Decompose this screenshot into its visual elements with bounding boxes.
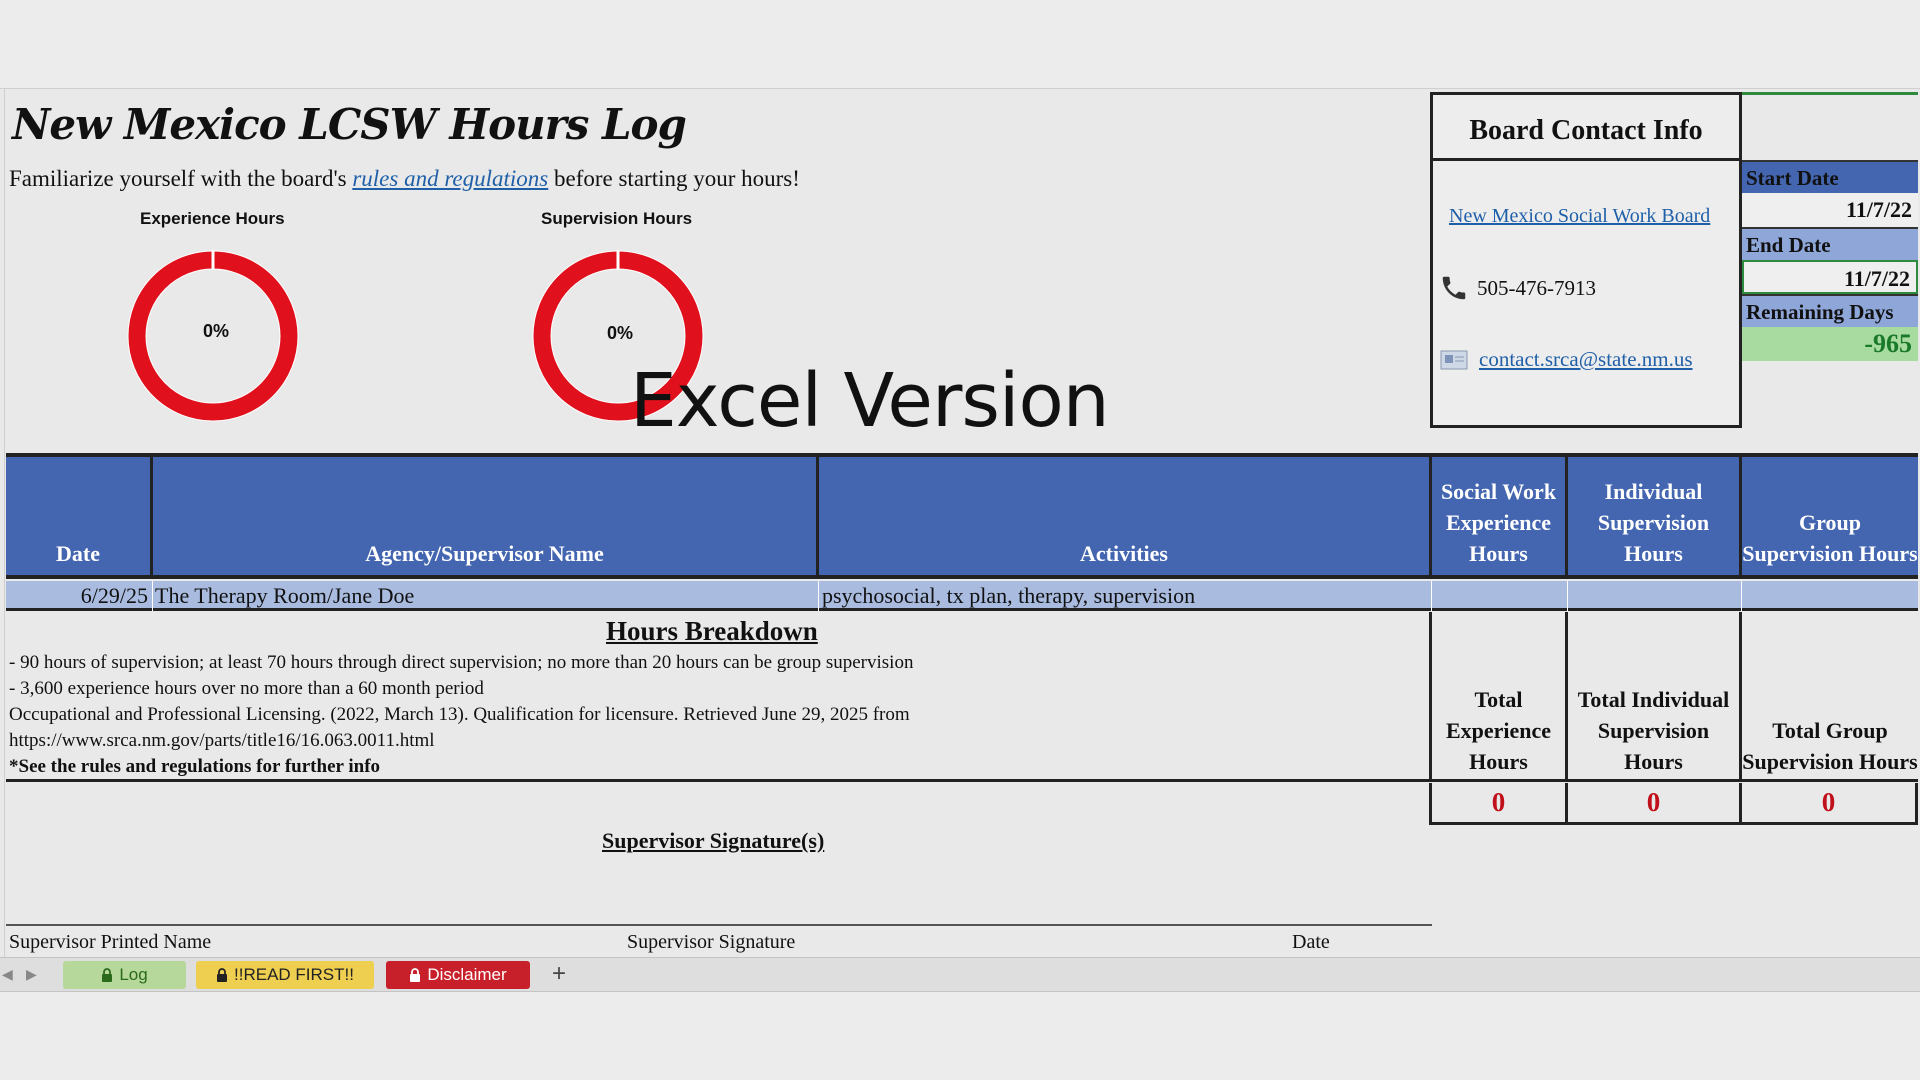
intro-text: Familiarize yourself with the board's ru… (9, 166, 800, 192)
cell-individual-hours[interactable] (1568, 581, 1742, 611)
date-panel: Start Date 11/7/22 End Date 11/7/22 Rema… (1742, 92, 1918, 361)
log-table-header: Date Agency/Supervisor Name Activities S… (6, 453, 1918, 579)
experience-gauge-label: Experience Hours (140, 209, 285, 228)
cell-experience-hours[interactable] (1432, 581, 1568, 611)
scroll-right-icon[interactable]: ▶ (26, 966, 37, 983)
column-header-date[interactable]: Date (6, 457, 153, 575)
breakdown-line: *See the rules and regulations for furth… (9, 756, 381, 777)
signature-label: Supervisor Signature (627, 931, 796, 953)
lock-icon (410, 968, 421, 982)
supervision-percent: 0% (607, 323, 634, 343)
column-header-individual-supervision[interactable]: Individual Supervision Hours (1568, 457, 1742, 575)
end-date-label: End Date (1742, 227, 1918, 260)
rules-link[interactable]: rules and regulations (352, 166, 548, 191)
email-icon (1440, 350, 1468, 369)
remaining-days-label: Remaining Days (1742, 294, 1918, 327)
column-header-group-supervision[interactable]: Group Supervision Hours (1742, 457, 1918, 575)
column-header-activities[interactable]: Activities (819, 457, 1432, 575)
end-date-value[interactable]: 11/7/22 (1742, 260, 1918, 294)
hours-breakdown: Hours Breakdown - 90 hours of supervisio… (6, 612, 1432, 782)
cell-agency[interactable]: The Therapy Room/Jane Doe (153, 581, 819, 611)
breakdown-line: Occupational and Professional Licensing.… (9, 704, 910, 725)
remaining-days-value[interactable]: -965 (1742, 327, 1918, 361)
phone-icon (1442, 276, 1466, 300)
sheet-tab-bar: ◀ ▶ Log !!READ FIRST!! Disclaimer + (0, 957, 1920, 992)
total-experience-value: 0 (1429, 783, 1568, 825)
scroll-left-icon[interactable]: ◀ (2, 966, 13, 983)
excel-version-overlay: Excel Version (630, 358, 1110, 444)
supervisor-signatures-title: Supervisor Signature(s) (602, 828, 825, 853)
date-panel-blank-cell[interactable] (1742, 92, 1918, 160)
breakdown-line: - 90 hours of supervision; at least 70 h… (9, 652, 914, 673)
email-link[interactable]: contact.srca@state.nm.us (1479, 347, 1693, 372)
column-header-experience-hours[interactable]: Social Work Experience Hours (1432, 457, 1568, 575)
lock-icon (102, 968, 113, 982)
intro-after: before starting your hours! (548, 166, 800, 191)
table-row: 6/29/25 The Therapy Room/Jane Doe psycho… (6, 581, 1918, 611)
column-header-agency[interactable]: Agency/Supervisor Name (153, 457, 819, 575)
start-date-label: Start Date (1742, 160, 1918, 193)
tab-disclaimer[interactable]: Disclaimer (386, 961, 530, 989)
total-group-value: 0 (1742, 783, 1918, 825)
intro-before: Familiarize yourself with the board's (9, 166, 353, 191)
tab-log-label: Log (119, 965, 148, 984)
total-experience-label: Total Experience Hours (1432, 612, 1568, 782)
tab-read-first-label: !!READ FIRST!! (234, 965, 354, 984)
tab-read-first[interactable]: !!READ FIRST!! (196, 961, 374, 989)
board-website-link[interactable]: New Mexico Social Work Board (1449, 205, 1710, 228)
tab-log[interactable]: Log (63, 961, 186, 989)
contact-header: Board Contact Info (1433, 95, 1739, 161)
board-contact-panel: Board Contact Info New Mexico Social Wor… (1430, 92, 1742, 428)
signature-line (6, 924, 1432, 926)
printed-name-label: Supervisor Printed Name (9, 931, 212, 953)
total-group-label: Total Group Supervision Hours (1742, 612, 1918, 782)
date-label: Date (1292, 931, 1330, 953)
supervision-gauge-label: Supervision Hours (541, 209, 693, 228)
total-individual-value: 0 (1568, 783, 1742, 825)
breakdown-text: - 90 hours of supervision; at least 70 h… (9, 650, 913, 780)
page-title: New Mexico LCSW Hours Log (12, 100, 687, 149)
breakdown-line: https://www.srca.nm.gov/parts/title16/16… (9, 730, 435, 751)
experience-percent: 0% (203, 321, 230, 341)
lock-icon (217, 968, 228, 982)
breakdown-line: - 3,600 experience hours over no more th… (9, 678, 484, 699)
contact-email: contact.srca@state.nm.us (1439, 347, 1693, 372)
contact-phone: 505-476-7913 (1439, 273, 1596, 303)
phone-number: 505-476-7913 (1477, 275, 1596, 300)
cell-activities[interactable]: psychosocial, tx plan, therapy, supervis… (819, 581, 1432, 611)
start-date-value[interactable]: 11/7/22 (1742, 193, 1918, 227)
add-sheet-button[interactable]: + (552, 960, 566, 988)
cell-group-hours[interactable] (1742, 581, 1918, 611)
tab-disclaimer-label: Disclaimer (427, 965, 507, 984)
total-individual-label: Total Individual Supervision Hours (1568, 612, 1742, 782)
breakdown-title: Hours Breakdown (606, 616, 818, 646)
grid-edge (4, 88, 5, 957)
cell-date[interactable]: 6/29/25 (6, 581, 153, 611)
